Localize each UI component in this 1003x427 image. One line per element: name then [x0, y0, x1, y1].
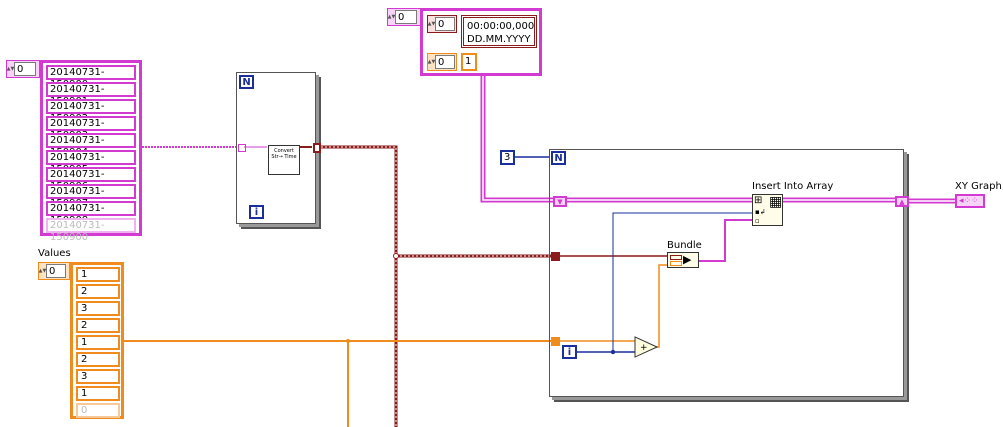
timestamp-array-index[interactable]: ▲▼ 0 [387, 8, 421, 26]
wire-junction-values [346, 339, 350, 343]
values-index-value[interactable]: 0 [46, 264, 66, 278]
add-node[interactable]: + [634, 336, 658, 358]
bundle-input-2 [670, 261, 682, 266]
string-element[interactable]: 20140731-150905 [46, 150, 136, 175]
wire-timestamp-array [321, 145, 552, 427]
loop-count-terminal[interactable]: N [239, 75, 254, 89]
insert-into-array-node[interactable]: ⊞ ▦ ▪↲ ▫ [752, 194, 783, 226]
output-tunnel[interactable] [313, 143, 321, 153]
for-loop-convert[interactable]: N i Convert Str→ Time [236, 72, 321, 224]
number-constant[interactable]: 1 [461, 53, 477, 71]
wire-junction [393, 253, 399, 259]
index-value[interactable]: 0 [395, 10, 417, 24]
values-autoindex-tunnel[interactable] [551, 337, 560, 346]
values-label: Values [38, 248, 71, 259]
value-element[interactable]: 2 [76, 318, 120, 333]
graph-icon: ◂⁘⁘ [959, 196, 979, 206]
bundle-label: Bundle [667, 240, 702, 251]
string-index-value[interactable]: 0 [14, 62, 36, 76]
values-array-index[interactable]: ▲▼ 0 [38, 262, 70, 280]
string-array-constant[interactable]: 20140731-150900 20140731-150901 20140731… [40, 60, 142, 243]
value-element[interactable]: 2 [76, 352, 120, 367]
for-loop-build[interactable]: N ▼ i ▲ [549, 149, 909, 397]
xy-graph-terminal[interactable]: ◂⁘⁘ [955, 194, 985, 208]
array-input-tunnel[interactable]: ▼ [553, 196, 567, 207]
loop-count-constant[interactable]: 3 [500, 150, 515, 165]
value-element[interactable]: 1 [76, 335, 120, 350]
cluster-index[interactable]: ▲▼ 0 [427, 15, 457, 33]
index-in-icon: ▫ [755, 217, 760, 225]
value-element-empty[interactable]: 0 [76, 403, 120, 418]
date-format: DD.MM.YYYY [467, 34, 531, 45]
string-index-spinner[interactable]: ▲▼ [7, 62, 15, 76]
string-element-empty[interactable]: 20140731-150900 [46, 218, 136, 243]
value-element[interactable]: 3 [76, 369, 120, 384]
values-array-control[interactable]: 1 2 3 2 1 2 3 1 0 [70, 262, 124, 419]
input-tunnel[interactable] [238, 144, 246, 152]
array-output-tunnel[interactable]: ▲ [895, 196, 909, 207]
element-index[interactable]: ▲▼ 0 [427, 53, 457, 71]
element-in-icon: ▪↲ [755, 208, 766, 216]
xy-graph-label: XY Graph [955, 181, 1002, 192]
string-element[interactable]: 20140731-150901 [46, 82, 136, 107]
add-symbol: + [640, 343, 648, 353]
wire-values-array [124, 340, 552, 427]
bundle-input-1 [670, 255, 682, 260]
value-element[interactable]: 3 [76, 301, 120, 316]
string-array-index[interactable]: ▲▼ 0 [6, 60, 40, 78]
loop2-count-terminal[interactable]: N [551, 151, 566, 165]
insert-into-array-label: Insert Into Array [752, 181, 834, 192]
bundle-arrow-icon: ▶ [683, 253, 692, 266]
bundle-node[interactable]: ▶ [667, 252, 699, 268]
string-element[interactable]: 20140731-150902 [46, 99, 136, 124]
cluster-index-spinner[interactable]: ▲▼ [428, 17, 436, 31]
wire-timestamp-array-core [321, 146, 552, 427]
string-element[interactable]: 20140731-150903 [46, 116, 136, 141]
array-out-icon: ▦ [769, 194, 783, 210]
loop2-iteration-terminal[interactable]: i [562, 345, 577, 359]
string-element[interactable]: 20140731-150906 [46, 167, 136, 192]
timestamp-cluster-array[interactable]: ▲▼ 0 00:00:00,000 DD.MM.YYYY ▲▼ 0 1 [420, 8, 542, 76]
cluster-index-value[interactable]: 0 [435, 17, 455, 31]
value-element[interactable]: 1 [76, 267, 120, 282]
loop-iteration-terminal[interactable]: i [249, 205, 264, 219]
array-in-icon: ⊞ [754, 195, 763, 206]
element-index-spinner[interactable]: ▲▼ [428, 55, 436, 69]
index-spinner[interactable]: ▲▼ [388, 10, 396, 24]
string-element[interactable]: 20140731-150904 [46, 133, 136, 158]
string-element[interactable]: 20140731-150900 [46, 65, 136, 90]
string-element[interactable]: 20140731-150908 [46, 201, 136, 226]
timestamp-autoindex-tunnel[interactable] [551, 252, 560, 261]
values-index-spinner[interactable]: ▲▼ [39, 264, 47, 278]
convert-subvi[interactable]: Convert Str→ Time [268, 145, 300, 175]
value-element[interactable]: 2 [76, 284, 120, 299]
value-element[interactable]: 1 [76, 386, 120, 401]
string-element[interactable]: 20140731-150907 [46, 184, 136, 209]
element-index-value[interactable]: 0 [435, 55, 455, 69]
timestamp-constant[interactable]: 00:00:00,000 DD.MM.YYYY [461, 15, 537, 48]
time-format: 00:00:00,000 [467, 21, 535, 32]
